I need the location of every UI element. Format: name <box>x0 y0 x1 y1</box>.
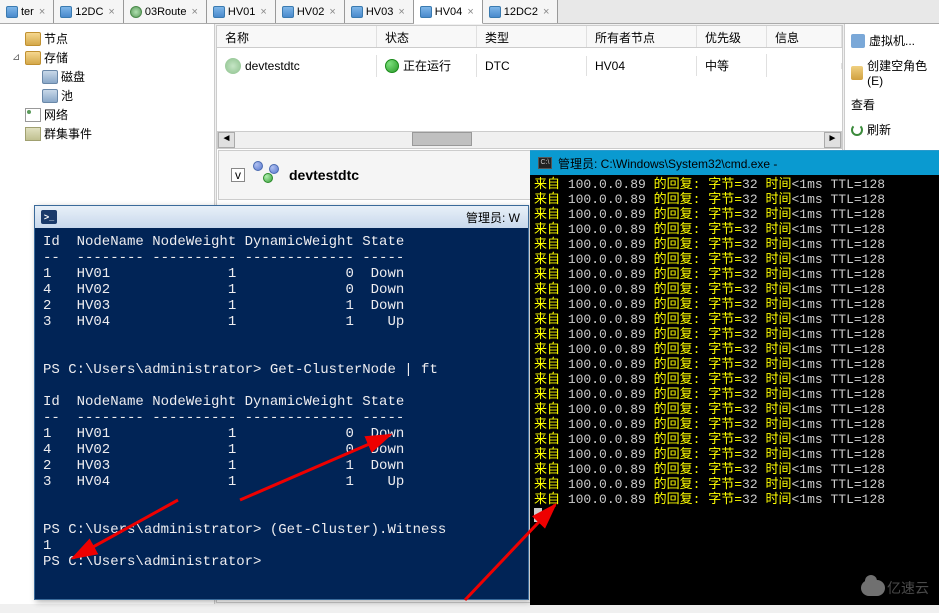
tab-label: HV04 <box>435 6 463 18</box>
cell-type: DTC <box>477 56 587 76</box>
h-scrollbar[interactable]: ◄ ► <box>217 131 842 149</box>
cell-info <box>767 63 842 69</box>
tree-nodes[interactable]: 节点 <box>2 29 212 48</box>
action-refresh[interactable]: 刷新 <box>847 117 937 142</box>
close-icon[interactable]: × <box>189 6 199 18</box>
tab-hv04[interactable]: HV04× <box>414 0 483 24</box>
action-label: 创建空角色(E) <box>867 57 933 88</box>
group-icon <box>130 6 142 18</box>
tab-12dc2[interactable]: 12DC2× <box>483 0 559 23</box>
col-name[interactable]: 名称 <box>217 26 377 47</box>
tab-label: HV03 <box>366 6 394 18</box>
col-priority[interactable]: 优先级 <box>697 26 767 47</box>
grid-header: 名称 状态 类型 所有者节点 优先级 信息 <box>217 26 842 48</box>
cmd-title-text: 管理员: C:\Windows\System32\cmd.exe - <box>558 155 777 172</box>
ps-title-text: 管理员: W <box>466 209 520 226</box>
tab-label: 12DC2 <box>504 6 538 18</box>
close-icon[interactable]: × <box>37 6 47 18</box>
cloud-icon <box>861 580 885 596</box>
tree-label: 池 <box>61 87 73 104</box>
ps-title-bar[interactable]: >_ 管理员: W <box>35 206 528 228</box>
running-icon <box>385 59 399 73</box>
cluster-role-icon <box>253 161 281 189</box>
tab-hv02[interactable]: HV02× <box>276 0 345 23</box>
tree-network[interactable]: 网络 <box>2 105 212 124</box>
cell-status: 正在运行 <box>403 57 451 74</box>
tab-label: 03Route <box>145 6 187 18</box>
cell-name: devtestdtc <box>245 59 300 73</box>
action-label: 虚拟机... <box>869 32 915 49</box>
tree-pool[interactable]: 池 <box>2 86 212 105</box>
tab-label: HV01 <box>228 6 256 18</box>
network-icon <box>25 108 41 122</box>
server-icon <box>351 6 363 18</box>
refresh-icon <box>851 124 863 136</box>
cmd-window[interactable]: C:\ 管理员: C:\Windows\System32\cmd.exe - 来… <box>530 150 939 605</box>
tab-label: HV02 <box>297 6 325 18</box>
tree-label: 群集事件 <box>44 125 92 142</box>
expand-toggle[interactable]: v <box>231 168 245 182</box>
grid-row[interactable]: devtestdtc 正在运行 DTC HV04 中等 <box>217 48 842 83</box>
server-icon <box>213 6 225 18</box>
close-icon[interactable]: × <box>465 6 475 18</box>
cmd-title-bar[interactable]: C:\ 管理员: C:\Windows\System32\cmd.exe - <box>530 151 939 175</box>
tab-bar: ter×12DC×03Route×HV01×HV02×HV03×HV04×12D… <box>0 0 939 24</box>
col-status[interactable]: 状态 <box>377 26 477 47</box>
dtc-icon <box>225 58 241 74</box>
server-icon <box>282 6 294 18</box>
folder-icon <box>25 32 41 46</box>
col-owner[interactable]: 所有者节点 <box>587 26 697 47</box>
watermark: 亿速云 <box>861 578 929 598</box>
ps-console[interactable]: Id NodeName NodeWeight DynamicWeight Sta… <box>35 228 528 599</box>
tree-events[interactable]: 群集事件 <box>2 124 212 143</box>
col-type[interactable]: 类型 <box>477 26 587 47</box>
expander-icon[interactable]: ⊿ <box>12 52 22 63</box>
close-icon[interactable]: × <box>106 6 116 18</box>
scroll-left-icon[interactable]: ◄ <box>218 132 235 148</box>
tree-label: 节点 <box>44 30 68 47</box>
powershell-window[interactable]: >_ 管理员: W Id NodeName NodeWeight Dynamic… <box>34 205 529 600</box>
cell-priority: 中等 <box>697 54 767 77</box>
close-icon[interactable]: × <box>327 6 337 18</box>
action-create-role[interactable]: 创建空角色(E) <box>847 53 937 92</box>
tree-label: 磁盘 <box>61 68 85 85</box>
tab-03route[interactable]: 03Route× <box>124 0 207 23</box>
pool-icon <box>42 89 58 103</box>
tab-label: ter <box>21 6 34 18</box>
action-view[interactable]: 查看 <box>847 92 937 117</box>
cmd-console[interactable]: 来自 100.0.0.89 的回复: 字节=32 时间<1ms TTL=128 … <box>530 175 939 605</box>
server-icon <box>489 6 501 18</box>
tree-storage[interactable]: ⊿ 存储 <box>2 48 212 67</box>
tab-12dc[interactable]: 12DC× <box>54 0 124 23</box>
detail-name: devtestdtc <box>289 167 359 183</box>
action-label: 刷新 <box>867 121 891 138</box>
tree-label: 存储 <box>44 49 68 66</box>
action-label: 查看 <box>851 96 875 113</box>
tab-ter[interactable]: ter× <box>0 0 54 23</box>
storage-icon <box>25 51 41 65</box>
disk-icon <box>42 70 58 84</box>
close-icon[interactable]: × <box>258 6 268 18</box>
cell-owner: HV04 <box>587 56 697 76</box>
tree-label: 网络 <box>44 106 68 123</box>
close-icon[interactable]: × <box>541 6 551 18</box>
watermark-text: 亿速云 <box>887 578 929 598</box>
action-vm[interactable]: 虚拟机... <box>847 28 937 53</box>
tab-hv03[interactable]: HV03× <box>345 0 414 23</box>
col-info[interactable]: 信息 <box>767 26 842 47</box>
server-icon <box>60 6 72 18</box>
scroll-thumb[interactable] <box>412 132 472 146</box>
events-icon <box>25 127 41 141</box>
tab-label: 12DC <box>75 6 103 18</box>
server-icon <box>420 6 432 18</box>
role-icon <box>851 66 863 80</box>
scroll-right-icon[interactable]: ► <box>824 132 841 148</box>
tree-disk[interactable]: 磁盘 <box>2 67 212 86</box>
cmd-icon: C:\ <box>538 157 552 169</box>
powershell-icon: >_ <box>41 210 57 224</box>
close-icon[interactable]: × <box>396 6 406 18</box>
vm-icon <box>851 34 865 48</box>
server-icon <box>6 6 18 18</box>
tab-hv01[interactable]: HV01× <box>207 0 276 23</box>
